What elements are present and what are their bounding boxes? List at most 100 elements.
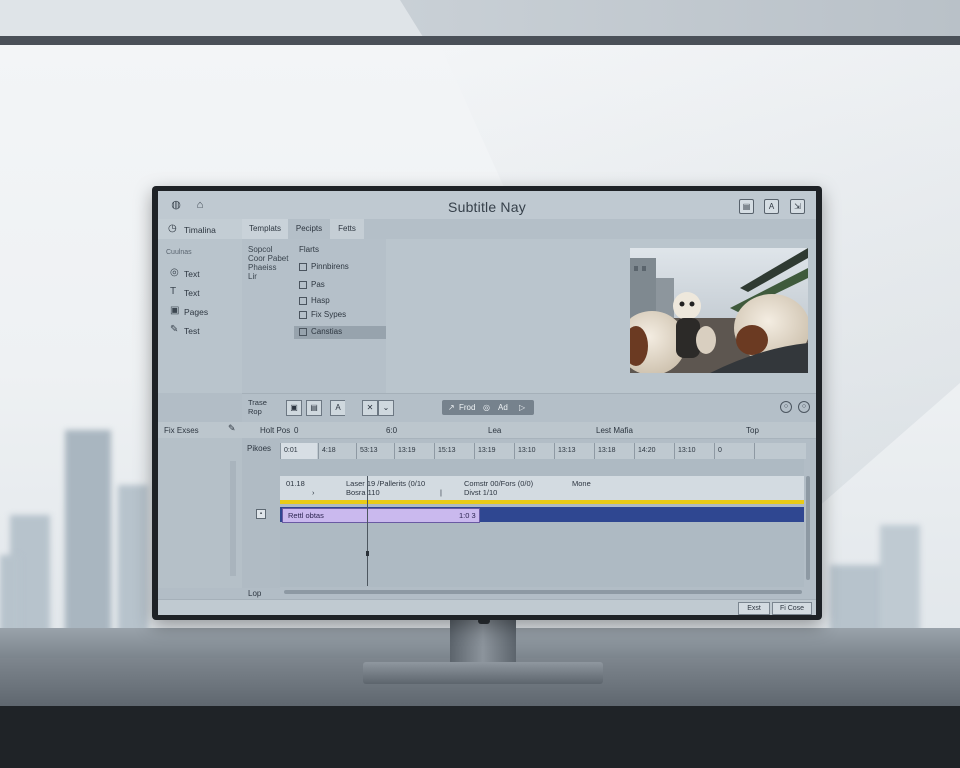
audio-button[interactable]: Ad <box>498 400 508 415</box>
time-tick: 53:13 <box>356 443 398 459</box>
preset-item[interactable]: Pinnbirens <box>299 261 391 274</box>
wall-shadow <box>400 0 960 36</box>
tool-dropdown-button[interactable]: ⌄ <box>378 400 394 416</box>
time-tick: 13:19 <box>474 443 516 459</box>
exit-button[interactable]: Exst <box>738 602 770 615</box>
video-frame-image <box>630 248 808 373</box>
time-tick: 15:13 <box>434 443 476 459</box>
text-frame-icon: T <box>170 286 177 297</box>
timeline-header-field: Holt Pos <box>260 426 291 435</box>
timeline-gutter-label: Pikoes <box>247 444 272 453</box>
play-icon[interactable]: ▷ <box>519 400 525 415</box>
sidebar-item-text-2[interactable]: T Text <box>170 286 236 300</box>
subtitle-clip[interactable]: Rettl obtas 1:0 3 <box>282 508 480 523</box>
transport-label-line: Trase <box>248 398 267 407</box>
sidebar-item-pages[interactable]: ▣ Pages <box>170 305 236 319</box>
edit-icon: ✎ <box>170 324 179 335</box>
audio-track-bar[interactable] <box>280 500 804 504</box>
timeline-left-label: Fix Exses <box>164 426 199 435</box>
timeline-header-field: Top <box>746 426 759 435</box>
preset-list-header: Flarts <box>299 245 319 254</box>
arrow-icon[interactable]: ↗ <box>448 400 455 415</box>
app-title: Subtitle Nay <box>448 199 526 215</box>
preset-checkbox[interactable] <box>299 311 307 319</box>
preset-item[interactable]: Pas <box>299 279 391 292</box>
record-icon[interactable]: ◎ <box>483 400 490 415</box>
timeline-header-field: 6:0 <box>386 426 398 435</box>
info-divider: | <box>440 488 442 497</box>
info-line: 01.18 <box>286 479 305 488</box>
preset-item[interactable]: Hasp <box>299 295 391 308</box>
timeline-footer-label: Lop <box>248 589 262 598</box>
time-tick: 0:01 <box>280 443 317 459</box>
sidebar-item-label: Pages <box>184 307 209 317</box>
panel-resize-grip[interactable] <box>230 461 236 576</box>
vertical-scrollbar[interactable] <box>806 476 810 580</box>
sidebar-item-text[interactable]: ◎ Text <box>170 267 236 281</box>
sidebar-item-label: Text <box>184 288 200 298</box>
transport-label-line: Rop <box>248 407 262 416</box>
text-icon: ◎ <box>170 267 179 278</box>
horizontal-scrollbar[interactable] <box>284 590 802 594</box>
preset-checkbox[interactable] <box>299 328 307 336</box>
subtitle-clip-label: Rettl obtas <box>288 511 324 520</box>
info-column-3: Comstr 00/Fors (0/0) Divst 1/10 <box>464 479 533 497</box>
preset-checkbox[interactable] <box>299 297 307 305</box>
category-item[interactable]: Coor Pabet <box>248 254 288 263</box>
close-button[interactable]: Fi Cose <box>772 602 812 615</box>
monitor: ◍ ⌂ Subtitle Nay ▤ A ⇲ ◷ Timalina Cuulna… <box>152 186 822 620</box>
time-tick-end <box>754 443 806 459</box>
title-bar: ◍ ⌂ Subtitle Nay ▤ A ⇲ <box>158 191 816 220</box>
time-tick: 13:13 <box>554 443 596 459</box>
select-tool-button[interactable]: ▣ <box>286 400 302 416</box>
settings-circle-button[interactable]: ○ <box>798 401 810 413</box>
category-item[interactable]: Phaeiss <box>248 263 288 272</box>
app-window: ◍ ⌂ Subtitle Nay ▤ A ⇲ ◷ Timalina Cuulna… <box>158 191 816 615</box>
window-button-1[interactable]: ▤ <box>739 199 754 214</box>
category-item[interactable]: Sopcol <box>248 245 288 254</box>
info-line: Comstr 00/Fors (0/0) <box>464 479 534 488</box>
preset-checkbox[interactable] <box>299 263 307 271</box>
playhead-handle[interactable] <box>366 551 369 556</box>
info-column-2: Laser 19 /Pallerits (0/10 Bosra 110 <box>346 479 425 497</box>
preset-item-selected[interactable]: Canstias <box>294 326 386 339</box>
video-preview[interactable] <box>630 248 808 373</box>
playhead[interactable] <box>367 476 368 586</box>
timeline-icon: ◷ <box>168 223 177 234</box>
edit-icon[interactable]: ✎ <box>228 423 236 434</box>
monitor-stand-neck <box>450 620 516 668</box>
frame-button[interactable]: Frod <box>459 400 475 415</box>
monitor-stand-base <box>363 662 603 684</box>
preset-label: Hasp <box>311 296 330 305</box>
sidebar-header-label: Timalina <box>184 225 216 235</box>
text-tool-button[interactable]: A <box>330 400 345 416</box>
tab-templates[interactable]: Templats <box>242 219 288 239</box>
timeline-header-field: Lea <box>488 426 502 435</box>
window-button-2[interactable]: A <box>764 199 779 214</box>
track-toggle-button[interactable]: ▪ <box>256 509 266 519</box>
preset-checkbox[interactable] <box>299 281 307 289</box>
loop-button[interactable]: ○ <box>780 401 792 413</box>
cut-tool-button[interactable]: ✕ <box>362 400 378 416</box>
sidebar-item-test[interactable]: ✎ Test <box>170 324 236 338</box>
floor-shadow <box>0 706 960 768</box>
timeline-header <box>158 422 816 439</box>
pages-icon: ▣ <box>170 305 180 316</box>
sidebar: ◷ Timalina Cuulnas ◎ Text T Text ▣ Pages… <box>158 219 243 393</box>
timeline-header-field: Lest Mafia <box>596 426 633 435</box>
sidebar-header[interactable]: ◷ Timalina <box>158 219 242 239</box>
preset-label: Pas <box>311 280 325 289</box>
info-column-4: Mone <box>572 479 591 488</box>
time-tick: 13:10 <box>514 443 556 459</box>
expand-arrow[interactable]: › <box>286 488 315 497</box>
info-line: Laser 19 /Pallerits (0/10 <box>346 479 426 488</box>
clip-tool-button[interactable]: ▤ <box>306 400 322 416</box>
preset-item[interactable]: Fix Sypes <box>299 309 391 322</box>
category-item[interactable]: Lir <box>248 272 288 281</box>
preset-label: Pinnbirens <box>311 262 349 271</box>
tab-fonts[interactable]: Fetts <box>330 219 364 239</box>
time-ruler[interactable]: 0:01 4:18 53:13 13:19 15:13 13:19 13:10 … <box>280 443 806 459</box>
tab-presets[interactable]: Pecipts <box>288 219 330 239</box>
time-tick: 4:18 <box>318 443 358 459</box>
window-button-3[interactable]: ⇲ <box>790 199 805 214</box>
